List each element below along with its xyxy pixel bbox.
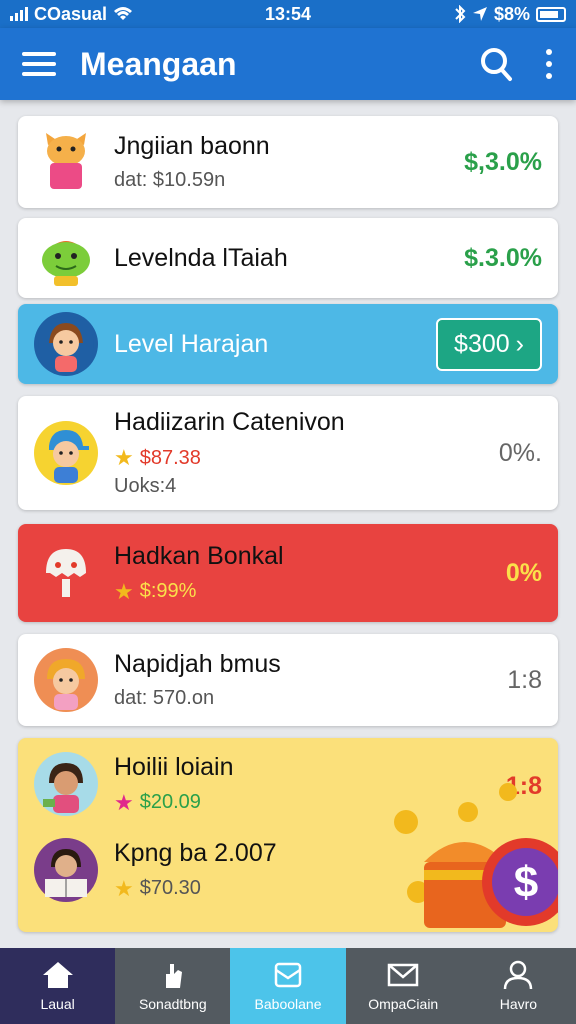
boy-avatar (34, 421, 98, 485)
item-title: Hadkan Bonkal (114, 541, 284, 570)
item-title: Jngiian baonn (114, 132, 270, 160)
treasure-chest-icon: $ (394, 783, 558, 928)
promo-card[interactable]: Hoilii loiain ★ $20.09 Kpng ba 2.007 ★ $… (18, 738, 558, 932)
app-bar: Meangaan (0, 28, 576, 100)
cat-icon (34, 130, 98, 194)
battery-percent: $8% (493, 3, 530, 24)
list-item-highlighted[interactable]: Level Harajan $300 › (18, 304, 558, 384)
wifi-icon (114, 7, 133, 20)
ghost-icon (34, 541, 98, 605)
list-item[interactable]: Hadiizarin Catenivon ★ $87.38 Uoks:4 0%. (18, 396, 558, 510)
search-icon[interactable] (476, 44, 516, 84)
carrier-name: COasual (34, 3, 108, 24)
item-title: Kpng ba 2.007 (114, 838, 277, 867)
signal-icon (10, 7, 28, 21)
item-subtitle: dat: 570.on (114, 687, 215, 709)
page-title: Meangaan (80, 45, 237, 82)
list-item-alert[interactable]: Hadkan Bonkal ★ $:99% 0% (18, 524, 558, 622)
promo-row: Kpng ba 2.007 ★ $70.30 (34, 838, 394, 902)
item-subtitle: Uoks:4 (114, 475, 177, 497)
lady-avatar (34, 648, 98, 712)
box-icon (274, 962, 302, 988)
star-icon: ★ (114, 789, 134, 815)
star-icon: ★ (114, 875, 134, 901)
menu-icon[interactable] (22, 52, 56, 76)
chevron-right-icon: › (515, 329, 524, 358)
nav-item-profile[interactable]: Havro (461, 948, 576, 1024)
item-amount: 1:8 (507, 665, 542, 694)
status-bar: COasual 13:54 $8% (0, 0, 576, 28)
item-title: Hadiizarin Catenivon (114, 408, 345, 436)
item-price: $87.38 (139, 446, 201, 469)
item-amount: $,3.0% (464, 147, 542, 176)
item-title: Level Harajan (114, 329, 269, 358)
nav-label: Baboolane (254, 996, 322, 1012)
item-price: $:99% (139, 580, 197, 602)
bottom-nav: Laual Sonadtbng Baboolane OmpaCiain Havr… (0, 948, 576, 1024)
item-amount: 0% (505, 558, 542, 587)
nav-item-box[interactable]: Baboolane (230, 948, 346, 1024)
nav-label: Havro (499, 996, 538, 1012)
nav-label: Laual (40, 996, 75, 1012)
battery-icon (536, 6, 566, 22)
list-item[interactable]: Levelnda lTaiah $.3.0% (18, 218, 558, 298)
item-title: Levelnda lTaiah (114, 243, 288, 272)
girl-avatar (34, 312, 98, 376)
item-amount: 0%. (498, 438, 542, 467)
mail-icon (387, 963, 419, 987)
woman-avatar (34, 752, 98, 816)
claim-button-label: $300 (454, 329, 510, 358)
nav-item-hand[interactable]: Sonadtbng (115, 948, 230, 1024)
promo-row: Hoilii loiain ★ $20.09 (34, 752, 394, 816)
item-price: $70.30 (139, 877, 201, 899)
svg-text:$: $ (514, 858, 538, 907)
frog-icon (34, 226, 98, 290)
nav-item-home[interactable]: Laual (0, 948, 116, 1024)
more-options-icon[interactable] (544, 49, 554, 79)
list-item[interactable]: Jngiian baonn dat: $10.59n $,3.0% (18, 116, 558, 208)
star-icon: ★ (114, 578, 134, 604)
item-title: Hoilii loiain (114, 752, 234, 781)
home-icon (42, 962, 73, 988)
profile-icon (504, 960, 533, 990)
item-subtitle: dat: $10.59n (114, 169, 226, 191)
reader-avatar (34, 838, 98, 902)
item-amount: $.3.0% (464, 243, 542, 272)
nav-label: Sonadtbng (138, 996, 207, 1012)
hand-icon (165, 964, 182, 988)
location-icon (472, 7, 487, 21)
star-icon: ★ (114, 445, 134, 470)
list-item[interactable]: Napidjah bmus dat: 570.on 1:8 (18, 634, 558, 726)
nav-label: OmpaCiain (368, 996, 439, 1012)
claim-button[interactable]: $300 › (436, 317, 542, 371)
item-title: Napidjah bmus (114, 650, 281, 678)
status-time: 13:54 (264, 3, 312, 24)
nav-item-mail[interactable]: OmpaCiain (346, 948, 461, 1024)
bluetooth-icon (455, 5, 466, 23)
item-price: $20.09 (139, 791, 201, 813)
